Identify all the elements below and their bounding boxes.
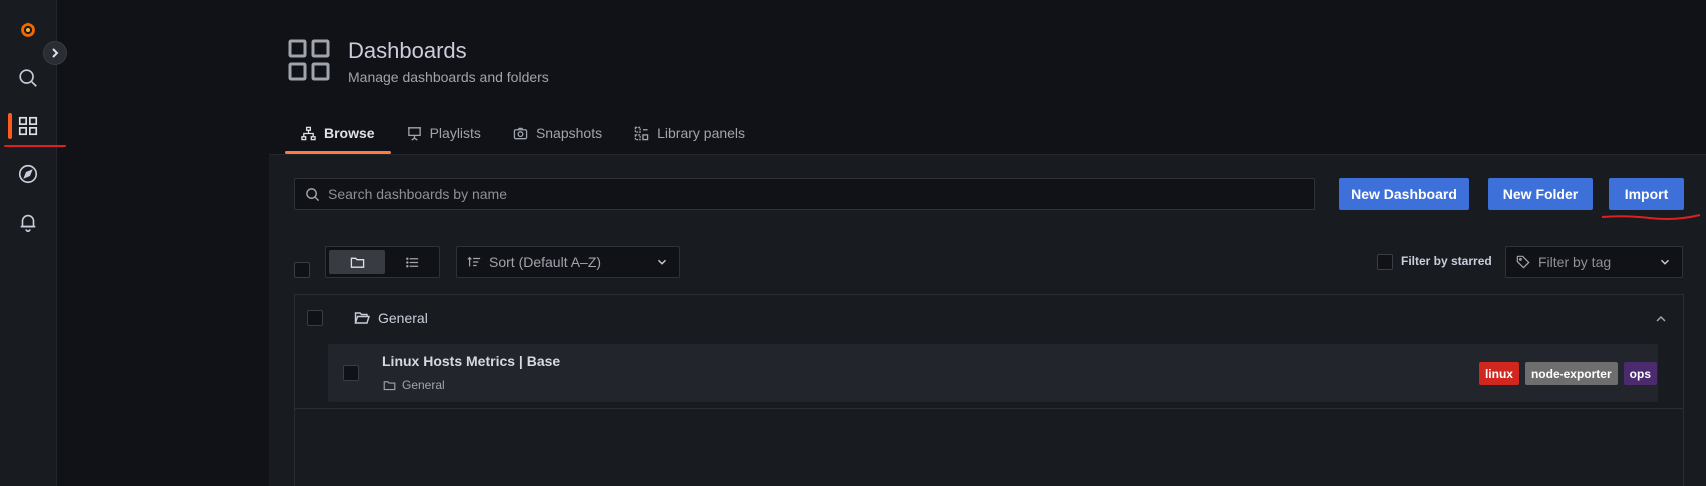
- dashboard-title[interactable]: Linux Hosts Metrics | Base: [382, 353, 560, 369]
- tag-filter-select[interactable]: Filter by tag: [1505, 246, 1683, 278]
- import-button[interactable]: Import: [1609, 178, 1684, 210]
- tag-node-exporter[interactable]: node-exporter: [1524, 362, 1618, 385]
- annotation-underline-sidebar: [4, 145, 66, 147]
- annotation-underline-import: [1601, 214, 1701, 220]
- folder-header[interactable]: General: [354, 310, 428, 326]
- tab-library-panels-label: Library panels: [657, 125, 746, 141]
- list-icon: [405, 257, 418, 267]
- tab-playlists-label: Playlists: [429, 125, 481, 141]
- page-subtitle: Manage dashboards and folders: [348, 69, 549, 85]
- folder-view-button[interactable]: [329, 250, 385, 274]
- page-title: Dashboards: [348, 38, 467, 63]
- dashboard-checkbox[interactable]: [343, 365, 359, 381]
- search-icon: [306, 187, 320, 201]
- filter-starred-checkbox[interactable]: [1377, 254, 1393, 270]
- dashboard-tags: linux node-exporter ops: [1478, 362, 1657, 385]
- tab-bar: Browse Playlists Snapshots Library panel…: [285, 122, 761, 154]
- chevron-down-icon: [1661, 259, 1669, 265]
- folder-open-icon: [354, 312, 370, 324]
- new-dashboard-button[interactable]: New Dashboard: [1339, 178, 1469, 210]
- tab-snapshots-label: Snapshots: [535, 125, 603, 141]
- grafana-logo-icon[interactable]: [12, 14, 44, 46]
- tag-filter-placeholder: Filter by tag: [1538, 254, 1612, 270]
- folder-icon: [383, 380, 396, 390]
- search-icon[interactable]: [12, 62, 44, 94]
- sidebar-expand-button[interactable]: [43, 41, 67, 65]
- sitemap-icon: [301, 126, 316, 140]
- dashboards-icon[interactable]: [12, 110, 44, 142]
- filter-starred-label: Filter by starred: [1401, 254, 1492, 268]
- sort-icon: [467, 256, 481, 267]
- presentation-icon: [407, 126, 421, 141]
- sort-select[interactable]: Sort (Default A–Z): [456, 246, 680, 278]
- select-all-checkbox[interactable]: [294, 262, 310, 278]
- dashboards-page-icon: [288, 39, 330, 81]
- search-input[interactable]: [328, 186, 1288, 202]
- dashboard-folder-label: General: [402, 378, 445, 392]
- camera-icon: [513, 127, 528, 139]
- view-toggle: [325, 246, 440, 278]
- new-folder-button[interactable]: New Folder: [1488, 178, 1593, 210]
- sort-label: Sort (Default A–Z): [489, 254, 602, 270]
- tab-browse[interactable]: Browse: [285, 122, 391, 154]
- bell-icon[interactable]: [12, 206, 44, 238]
- folder-icon: [350, 257, 364, 268]
- tab-browse-label: Browse: [324, 125, 375, 141]
- dashboard-folder: General: [383, 378, 445, 392]
- library-panels-icon: [634, 126, 649, 140]
- tag-icon: [1516, 255, 1530, 269]
- folder-name-label: General: [378, 310, 428, 326]
- list-view-button[interactable]: [384, 250, 440, 274]
- chevron-down-icon: [658, 259, 666, 265]
- tag-ops[interactable]: ops: [1623, 362, 1657, 385]
- search-box: [294, 178, 1315, 210]
- chevron-up-icon[interactable]: [1654, 312, 1668, 326]
- tab-snapshots[interactable]: Snapshots: [497, 122, 618, 154]
- row-divider: [295, 408, 1683, 409]
- folder-checkbox[interactable]: [307, 310, 323, 326]
- tab-library-panels[interactable]: Library panels: [618, 122, 761, 154]
- tab-playlists[interactable]: Playlists: [391, 122, 497, 154]
- sidebar: [0, 0, 57, 486]
- compass-icon[interactable]: [12, 158, 44, 190]
- tag-linux[interactable]: linux: [1478, 362, 1519, 385]
